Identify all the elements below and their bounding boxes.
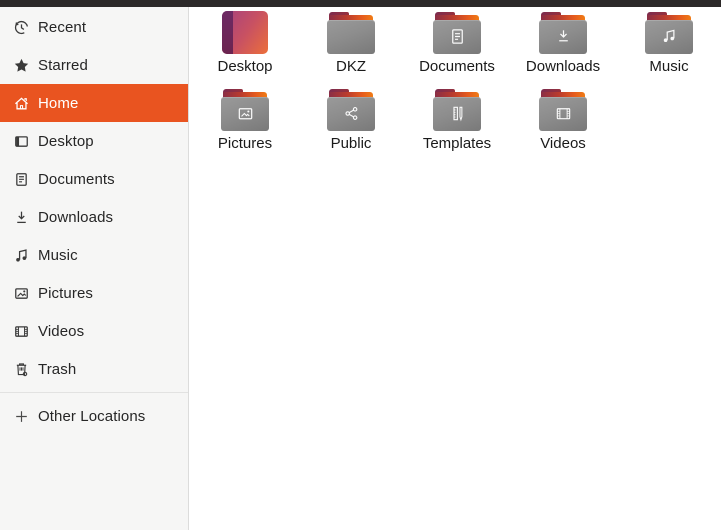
file-item-documents[interactable]: Documents xyxy=(404,10,510,87)
file-item-downloads[interactable]: Downloads xyxy=(510,10,616,87)
file-item-desktop[interactable]: Desktop xyxy=(192,10,298,87)
folder-downloads-icon xyxy=(538,10,588,55)
sidebar: Recent Starred Home Desktop Documents Do… xyxy=(0,7,189,530)
folder-share-icon xyxy=(326,87,376,132)
plus-icon xyxy=(13,408,30,425)
file-item-templates[interactable]: Templates xyxy=(404,87,510,164)
sidebar-item-music[interactable]: Music xyxy=(0,236,188,274)
document-glyph-icon xyxy=(451,29,463,44)
folder-icon xyxy=(326,10,376,55)
clock-icon xyxy=(13,19,30,36)
file-label: Videos xyxy=(540,135,586,152)
folder-pictures-icon xyxy=(220,87,270,132)
music-glyph-icon xyxy=(663,29,674,43)
file-label: Downloads xyxy=(525,58,601,75)
folder-videos-icon xyxy=(538,87,588,132)
file-grid: Desktop DKZ Documents Downloads Music Pi… xyxy=(190,7,721,530)
file-item-public[interactable]: Public xyxy=(298,87,404,164)
file-label: Public xyxy=(330,135,372,152)
sidebar-item-documents[interactable]: Documents xyxy=(0,160,188,198)
star-icon xyxy=(13,57,30,74)
sidebar-item-label: Music xyxy=(38,246,78,264)
folder-music-icon xyxy=(644,10,694,55)
file-label: DKZ xyxy=(336,58,366,75)
sidebar-item-label: Trash xyxy=(38,360,77,378)
sidebar-item-label: Starred xyxy=(38,56,88,74)
film-icon xyxy=(13,323,30,340)
music-note-icon xyxy=(13,247,30,264)
window-header-edge xyxy=(0,0,721,7)
desktop-panel-icon xyxy=(13,133,30,150)
file-item-pictures[interactable]: Pictures xyxy=(192,87,298,164)
desktop-gradient-icon xyxy=(220,10,270,55)
download-glyph-icon xyxy=(558,30,568,42)
document-icon xyxy=(13,171,30,188)
sidebar-separator xyxy=(0,392,188,393)
templates-glyph-icon xyxy=(452,106,462,122)
sidebar-item-pictures[interactable]: Pictures xyxy=(0,274,188,312)
film-glyph-icon xyxy=(556,108,570,120)
file-label: Desktop xyxy=(217,58,273,75)
sidebar-item-label: Pictures xyxy=(38,284,93,302)
sidebar-item-label: Desktop xyxy=(38,132,94,150)
download-icon xyxy=(13,209,30,226)
file-item-dkz[interactable]: DKZ xyxy=(298,10,404,87)
file-label: Pictures xyxy=(217,135,273,152)
sidebar-item-videos[interactable]: Videos xyxy=(0,312,188,350)
sidebar-item-label: Other Locations xyxy=(38,407,146,425)
home-icon xyxy=(13,95,30,112)
sidebar-item-label: Documents xyxy=(38,170,115,188)
sidebar-item-home[interactable]: Home xyxy=(0,84,188,122)
sidebar-item-other-locations[interactable]: Other Locations xyxy=(0,397,188,435)
share-glyph-icon xyxy=(344,107,357,120)
sidebar-item-label: Videos xyxy=(38,322,85,340)
sidebar-item-trash[interactable]: Trash xyxy=(0,350,188,388)
picture-icon xyxy=(13,285,30,302)
sidebar-item-label: Home xyxy=(38,94,79,112)
file-label: Music xyxy=(649,58,689,75)
sidebar-item-label: Recent xyxy=(38,18,87,36)
sidebar-item-label: Downloads xyxy=(38,208,114,226)
file-manager-window: Recent Starred Home Desktop Documents Do… xyxy=(0,0,721,530)
file-item-music[interactable]: Music xyxy=(616,10,721,87)
trash-icon xyxy=(13,361,30,378)
picture-glyph-icon xyxy=(238,108,252,120)
file-item-videos[interactable]: Videos xyxy=(510,87,616,164)
file-label: Documents xyxy=(419,58,495,75)
sidebar-item-desktop[interactable]: Desktop xyxy=(0,122,188,160)
sidebar-item-downloads[interactable]: Downloads xyxy=(0,198,188,236)
sidebar-item-recent[interactable]: Recent xyxy=(0,8,188,46)
folder-templates-icon xyxy=(432,87,482,132)
folder-documents-icon xyxy=(432,10,482,55)
file-label: Templates xyxy=(422,135,492,152)
sidebar-item-starred[interactable]: Starred xyxy=(0,46,188,84)
